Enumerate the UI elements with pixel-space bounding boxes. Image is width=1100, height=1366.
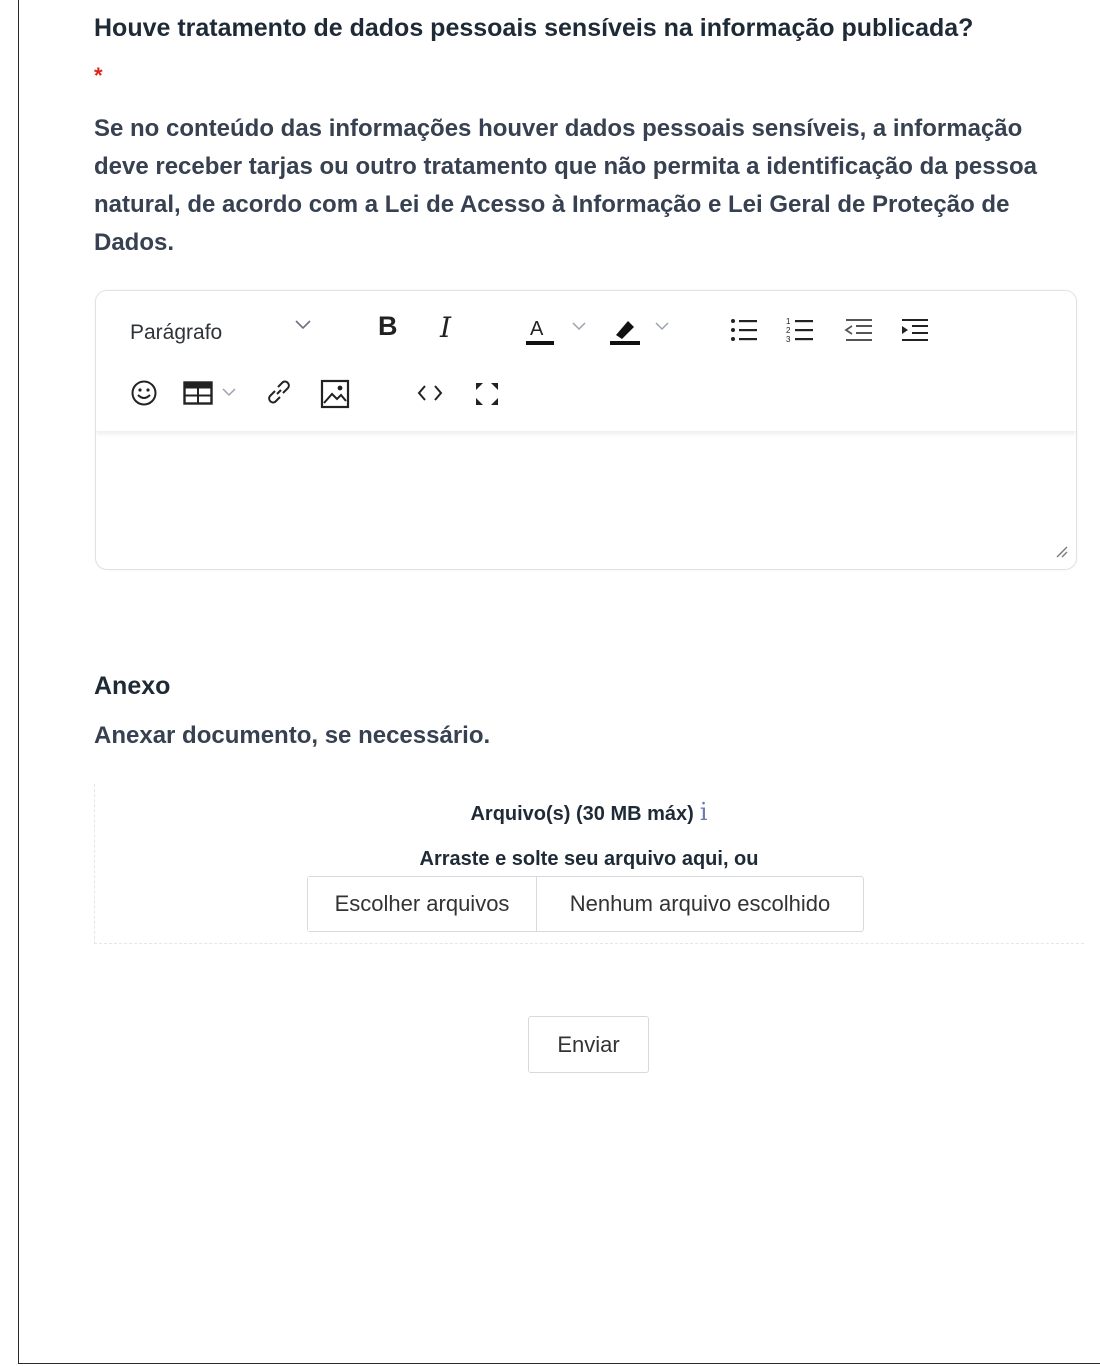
required-marker: * — [94, 63, 103, 88]
emoji-icon[interactable] — [130, 379, 158, 407]
bulleted-list-icon[interactable] — [730, 317, 758, 343]
files-label: Arquivo(s) (30 MB máx) — [470, 803, 694, 825]
paragraph-format-select[interactable]: Parágrafo — [130, 317, 222, 349]
submit-button[interactable]: Enviar — [528, 1016, 649, 1073]
no-file-chosen-text: Nenhum arquivo escolhido — [569, 891, 831, 916]
font-color-chevron-icon[interactable] — [571, 321, 587, 333]
highlight-icon[interactable] — [608, 315, 642, 349]
file-input[interactable]: Escolher arquivos Nenhum arquivo escolhi… — [307, 876, 864, 932]
info-icon[interactable]: i — [700, 798, 708, 826]
editor-content-area[interactable] — [96, 431, 1076, 569]
font-color-icon[interactable]: A — [524, 315, 556, 349]
svg-text:3: 3 — [786, 335, 791, 343]
table-icon[interactable] — [183, 381, 213, 405]
rich-text-editor[interactable]: Parágrafo B I A 1 2 3 — [95, 290, 1077, 570]
editor-toolbar: Parágrafo B I A 1 2 3 — [96, 291, 1076, 431]
question-title: Houve tratamento de dados pessoais sensí… — [94, 14, 974, 42]
fullscreen-icon[interactable] — [473, 380, 501, 408]
bold-icon[interactable]: B — [378, 311, 398, 342]
files-label-row: Arquivo(s) (30 MB máx) i — [94, 798, 1084, 826]
resize-handle-icon[interactable] — [1054, 544, 1068, 563]
highlight-chevron-icon[interactable] — [654, 321, 670, 333]
attachment-title: Anexo — [94, 672, 171, 700]
question-help-text: Se no conteúdo das informações houver da… — [94, 115, 1037, 256]
table-chevron-icon[interactable] — [221, 387, 237, 399]
choose-files-button[interactable]: Escolher arquivos — [308, 877, 537, 931]
indent-icon[interactable] — [900, 317, 930, 343]
outdent-icon[interactable] — [844, 317, 874, 343]
image-icon[interactable] — [320, 379, 350, 409]
source-code-icon[interactable] — [416, 383, 444, 403]
attachment-help-text: Anexar documento, se necessário. — [94, 722, 491, 749]
svg-text:1: 1 — [786, 317, 791, 326]
numbered-list-icon[interactable]: 1 2 3 — [786, 317, 814, 343]
link-icon[interactable] — [264, 377, 294, 407]
svg-text:A: A — [530, 318, 544, 340]
svg-text:2: 2 — [786, 326, 791, 335]
chevron-down-icon[interactable] — [294, 319, 312, 331]
drag-drop-text: Arraste e solte seu arquivo aqui, ou — [419, 848, 759, 870]
italic-icon[interactable]: I — [440, 311, 451, 344]
